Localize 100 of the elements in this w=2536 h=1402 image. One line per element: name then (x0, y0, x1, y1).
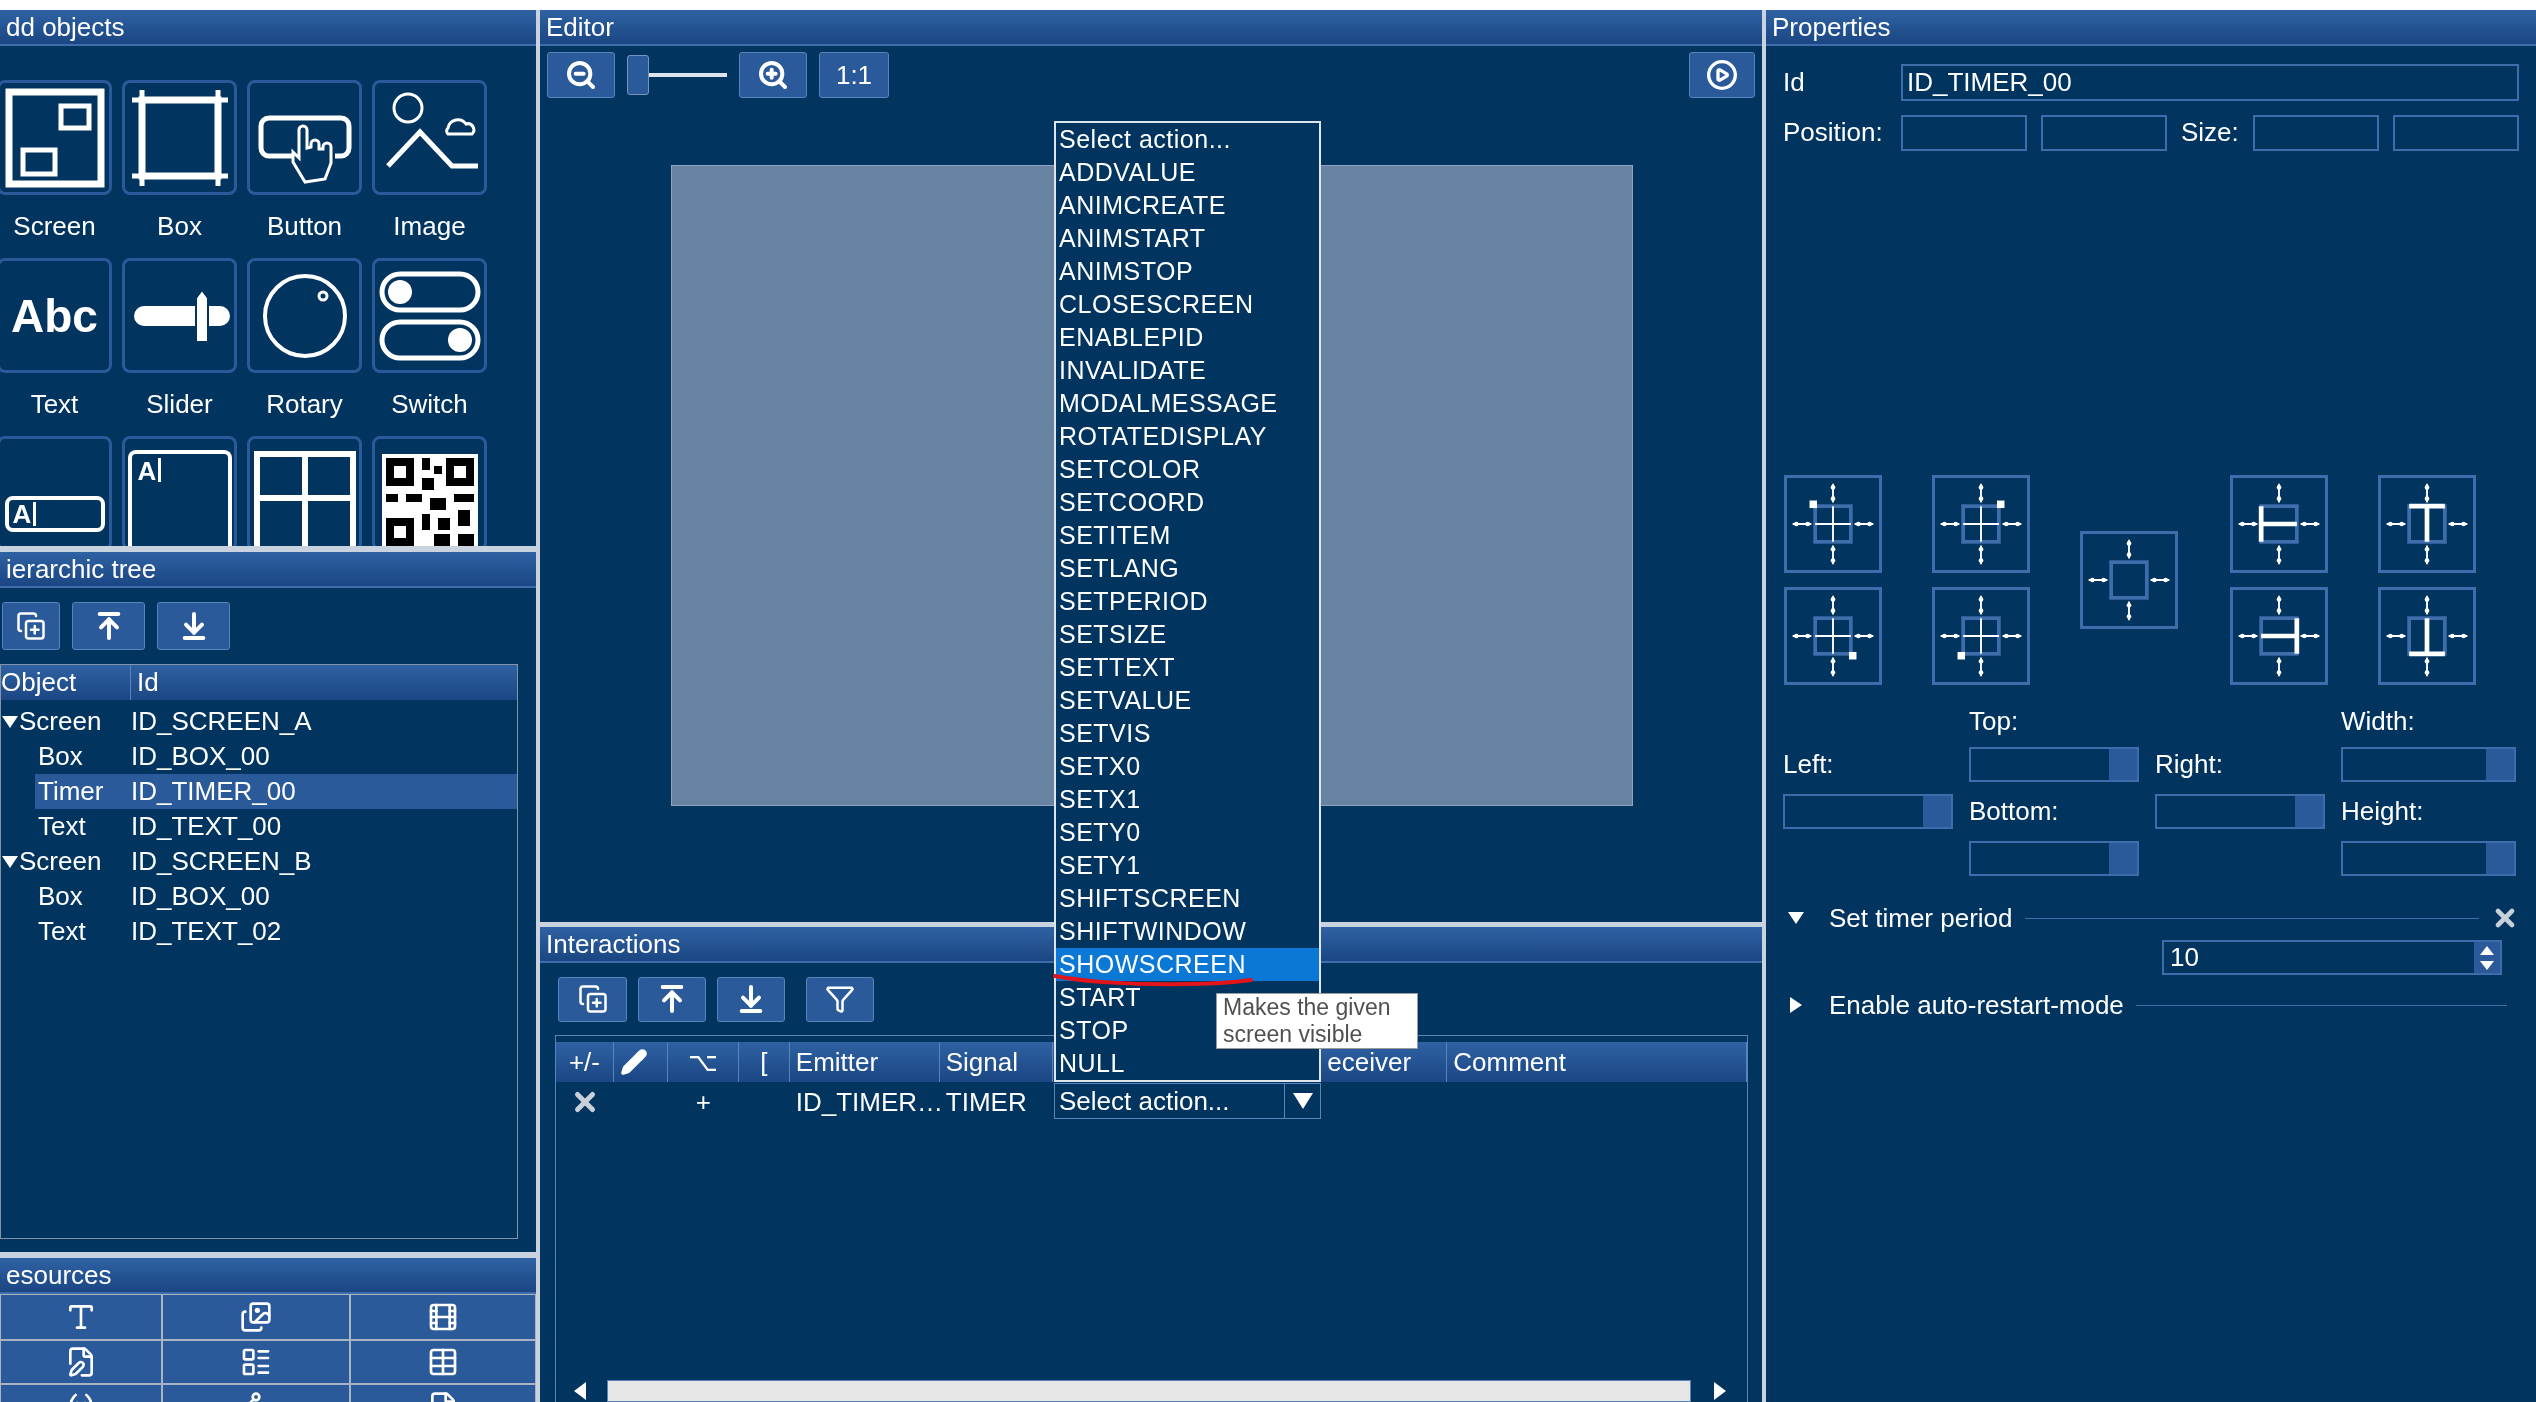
slider-thumb[interactable] (627, 55, 649, 95)
resource-button[interactable] (350, 1340, 536, 1384)
zoom-slider[interactable] (627, 52, 727, 98)
dropdown-option[interactable]: SETVALUE (1056, 684, 1319, 717)
object-tile[interactable]: Abc (0, 258, 112, 373)
anchor-button[interactable] (2378, 475, 2476, 573)
anchor-button[interactable] (1784, 475, 1882, 573)
column-header[interactable]: Id (131, 665, 517, 700)
column-header[interactable]: Signal (945, 1042, 1018, 1082)
dropdown-option[interactable]: INVALIDATE (1056, 354, 1319, 387)
dropdown-option[interactable]: SHOWSCREEN (1056, 948, 1319, 981)
spin-field[interactable] (1969, 747, 2139, 782)
height-field[interactable] (2393, 114, 2519, 151)
tree-row[interactable]: Screen ID_SCREEN_B (1, 844, 517, 879)
y-field[interactable] (2041, 114, 2167, 151)
filter-button[interactable] (806, 976, 874, 1022)
add-button[interactable] (558, 976, 627, 1022)
dropdown-option[interactable]: NULL (1056, 1047, 1319, 1080)
move-down-button[interactable] (157, 602, 230, 650)
anchor-button[interactable] (1784, 587, 1882, 685)
scroll-right-icon[interactable] (1712, 1382, 1726, 1400)
section-title[interactable]: Enable auto-restart-mode (1829, 985, 2124, 1025)
column-header[interactable]: Emitter (795, 1042, 879, 1082)
dropdown-option[interactable]: ENABLEPID (1056, 321, 1319, 354)
column-header[interactable]: Comment (1453, 1042, 1566, 1082)
object-tile[interactable] (247, 258, 362, 373)
resource-button[interactable] (350, 1294, 536, 1340)
object-tile[interactable] (372, 436, 487, 546)
move-up-button[interactable] (638, 976, 706, 1022)
dropdown-option[interactable]: SHIFTSCREEN (1056, 882, 1319, 915)
move-down-button[interactable] (717, 976, 785, 1022)
dropdown-option[interactable]: ROTATEDISPLAY (1056, 420, 1319, 453)
anchor-button[interactable] (2378, 587, 2476, 685)
column-header[interactable]: [ (760, 1042, 768, 1082)
dropdown-option[interactable]: SETSIZE (1056, 618, 1319, 651)
tree-row[interactable]: Screen ID_SCREEN_A (1, 704, 517, 739)
dropdown-option[interactable]: SETCOORD (1056, 486, 1319, 519)
move-up-button[interactable] (72, 602, 145, 650)
scroll-left-icon[interactable] (574, 1382, 588, 1400)
dropdown-option[interactable]: SETTEXT (1056, 651, 1319, 684)
anchor-button[interactable] (1932, 475, 2030, 573)
dropdown-option[interactable]: SETY0 (1056, 816, 1319, 849)
dropdown-option[interactable]: MODALMESSAGE (1056, 387, 1319, 420)
tree-row[interactable]: Text ID_TEXT_00 (35, 809, 517, 844)
dropdown-option[interactable]: SETY1 (1056, 849, 1319, 882)
column-header[interactable]: +/- (568, 1042, 600, 1082)
object-tile[interactable] (247, 80, 362, 195)
object-tile[interactable] (247, 436, 362, 546)
add-button[interactable] (2, 602, 60, 650)
resource-button[interactable] (0, 1340, 162, 1384)
resource-button[interactable] (162, 1294, 350, 1340)
dropdown-option[interactable]: CLOSESCREEN (1056, 288, 1319, 321)
dropdown-option[interactable]: SETITEM (1056, 519, 1319, 552)
dropdown-option[interactable]: ANIMSTOP (1056, 255, 1319, 288)
tree-row[interactable]: Text ID_TEXT_02 (35, 914, 517, 949)
period-spinbox[interactable]: 10 (2162, 940, 2502, 975)
x-field[interactable] (1901, 114, 2027, 151)
dropdown-option[interactable]: SETX1 (1056, 783, 1319, 816)
column-header[interactable]: Object (1, 665, 131, 700)
column-header[interactable]: ⌥ (687, 1042, 718, 1082)
id-field[interactable]: ID_TIMER_00 (1901, 64, 2519, 101)
dropdown-option[interactable]: SETX0 (1056, 750, 1319, 783)
spin-field[interactable] (1783, 794, 1953, 829)
dropdown-option[interactable]: ADDVALUE (1056, 156, 1319, 189)
dropdown-option[interactable]: SETVIS (1056, 717, 1319, 750)
resource-button[interactable] (0, 1294, 162, 1340)
object-tile[interactable] (122, 80, 237, 195)
anchor-button[interactable] (2230, 587, 2328, 685)
anchor-button[interactable] (2230, 475, 2328, 573)
zoom-out-button[interactable] (547, 52, 615, 98)
zoom-in-button[interactable] (739, 52, 807, 98)
spin-field[interactable] (2155, 794, 2325, 829)
dropdown-option[interactable]: SETLANG (1056, 552, 1319, 585)
anchor-button[interactable] (1932, 587, 2030, 685)
dropdown-option[interactable]: SETPERIOD (1056, 585, 1319, 618)
tree-row[interactable]: Box ID_BOX_00 (35, 879, 517, 914)
dropdown-option[interactable]: Select action... (1056, 123, 1319, 156)
field-label: Height: (2341, 795, 2424, 828)
tree-row[interactable]: Box ID_BOX_00 (35, 739, 517, 774)
scrollbar-track[interactable] (607, 1380, 1691, 1402)
width-field[interactable] (2253, 114, 2379, 151)
object-tile[interactable] (372, 80, 487, 195)
object-tile[interactable]: A (122, 436, 237, 546)
dropdown-option[interactable]: ANIMCREATE (1056, 189, 1319, 222)
spin-field[interactable] (1969, 841, 2139, 876)
section-title[interactable]: Set timer period (1829, 898, 2013, 938)
panel-header: ierarchic tree (0, 552, 536, 588)
dropdown-option[interactable]: SETCOLOR (1056, 453, 1319, 486)
tree-row[interactable]: Timer ID_TIMER_00 (35, 774, 517, 809)
spin-field[interactable] (2341, 747, 2516, 782)
dropdown-option[interactable]: ANIMSTART (1056, 222, 1319, 255)
play-button[interactable] (1689, 52, 1755, 98)
object-tile[interactable] (122, 258, 237, 373)
object-tile[interactable] (0, 80, 112, 195)
pencil-icon[interactable] (619, 1048, 648, 1076)
resource-button[interactable] (162, 1340, 350, 1384)
action-combo[interactable]: Select action... (1054, 1083, 1321, 1119)
spin-field[interactable] (2341, 841, 2516, 876)
object-tile[interactable] (372, 258, 487, 373)
reset-zoom-button[interactable]: 1:1 (819, 52, 889, 98)
